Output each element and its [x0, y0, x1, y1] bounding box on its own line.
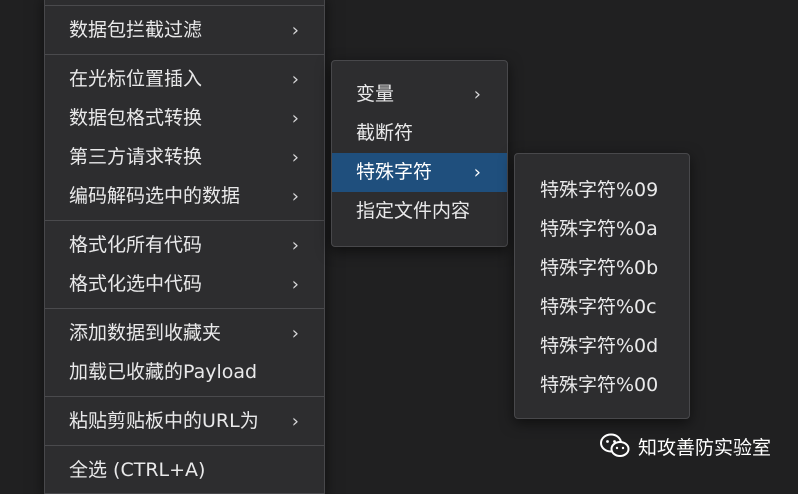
- menu-separator: [45, 396, 324, 397]
- menu-item-label: 特殊字符%00: [540, 374, 659, 396]
- menu-item-label: 特殊字符%09: [540, 179, 659, 201]
- menu-item-label: 格式化所有代码: [69, 234, 203, 256]
- menu-item-label: 数据包拦截过滤: [69, 19, 203, 41]
- menu-item-label: 特殊字符%0d: [540, 335, 659, 357]
- chevron-right-icon: ›: [291, 235, 299, 256]
- menu-item-label: 全选 (CTRL+A): [69, 459, 206, 481]
- submenu-insert-at-cursor: 变量 › 截断符 特殊字符 › 指定文件内容: [331, 60, 508, 247]
- menu-item-encode-decode-selection[interactable]: 编码解码选中的数据 ›: [45, 177, 324, 216]
- menu-item-packet-format-convert[interactable]: 数据包格式转换 ›: [45, 99, 324, 138]
- submenu-item-variable[interactable]: 变量 ›: [332, 75, 507, 114]
- menu-item-label: 特殊字符: [356, 161, 433, 183]
- menu-item-label: 变量: [356, 83, 395, 105]
- menu-item-label: 粘贴剪贴板中的URL为: [69, 410, 259, 432]
- submenu-item-truncation-char[interactable]: 截断符: [332, 114, 507, 153]
- menu-item-add-to-favorites[interactable]: 添加数据到收藏夹 ›: [45, 314, 324, 353]
- menu-item-insert-at-cursor[interactable]: 在光标位置插入 ›: [45, 60, 324, 99]
- context-menu: 数据包拦截过滤 › 在光标位置插入 › 数据包格式转换 › 第三方请求转换 › …: [44, 0, 325, 494]
- menu-item-label: 在光标位置插入: [69, 68, 203, 90]
- menu-item-label: 截断符: [356, 122, 414, 144]
- watermark: 知攻善防实验室: [600, 429, 771, 463]
- special-char-09[interactable]: 特殊字符%09: [515, 171, 689, 210]
- menu-item-format-all-code[interactable]: 格式化所有代码 ›: [45, 226, 324, 265]
- menu-item-label: 特殊字符%0b: [540, 257, 659, 279]
- menu-item-third-party-request-convert[interactable]: 第三方请求转换 ›: [45, 138, 324, 177]
- menu-item-label: 加载已收藏的Payload: [69, 361, 258, 383]
- menu-item-label: 数据包格式转换: [69, 107, 203, 129]
- menu-item-packet-intercept-filter[interactable]: 数据包拦截过滤 ›: [45, 11, 324, 50]
- chevron-right-icon: ›: [291, 186, 299, 207]
- menu-item-label: 第三方请求转换: [69, 146, 203, 168]
- menu-item-select-all[interactable]: 全选 (CTRL+A): [45, 451, 324, 490]
- menu-separator: [45, 54, 324, 55]
- menu-item-label: 特殊字符%0c: [540, 296, 657, 318]
- menu-item-label: 指定文件内容: [356, 200, 471, 222]
- submenu-item-file-content[interactable]: 指定文件内容: [332, 192, 507, 231]
- chevron-right-icon: ›: [291, 20, 299, 41]
- menu-item-label: 添加数据到收藏夹: [69, 322, 222, 344]
- menu-item-load-favorite-payload[interactable]: 加载已收藏的Payload: [45, 353, 324, 392]
- chevron-right-icon: ›: [291, 147, 299, 168]
- special-char-0b[interactable]: 特殊字符%0b: [515, 249, 689, 288]
- wechat-icon: [600, 433, 630, 457]
- chevron-right-icon: ›: [291, 108, 299, 129]
- menu-item-label: 格式化选中代码: [69, 273, 203, 295]
- chevron-right-icon: ›: [291, 69, 299, 90]
- special-char-0a[interactable]: 特殊字符%0a: [515, 210, 689, 249]
- menu-separator: [45, 308, 324, 309]
- chevron-right-icon: ›: [473, 162, 481, 183]
- menu-item-label: 特殊字符%0a: [540, 218, 658, 240]
- watermark-text: 知攻善防实验室: [638, 436, 772, 459]
- submenu-special-chars: 特殊字符%09 特殊字符%0a 特殊字符%0b 特殊字符%0c 特殊字符%0d …: [514, 153, 690, 419]
- menu-separator: [45, 220, 324, 221]
- menu-item-paste-clipboard-url[interactable]: 粘贴剪贴板中的URL为 ›: [45, 402, 324, 441]
- chevron-right-icon: ›: [291, 274, 299, 295]
- menu-item-format-selected-code[interactable]: 格式化选中代码 ›: [45, 265, 324, 304]
- special-char-0d[interactable]: 特殊字符%0d: [515, 327, 689, 366]
- chevron-right-icon: ›: [291, 323, 299, 344]
- menu-item-label: 编码解码选中的数据: [69, 185, 241, 207]
- special-char-00[interactable]: 特殊字符%00: [515, 366, 689, 405]
- chevron-right-icon: ›: [291, 411, 299, 432]
- menu-separator: [45, 5, 324, 6]
- menu-separator: [45, 445, 324, 446]
- special-char-0c[interactable]: 特殊字符%0c: [515, 288, 689, 327]
- submenu-item-special-chars[interactable]: 特殊字符 ›: [332, 153, 507, 192]
- chevron-right-icon: ›: [473, 84, 481, 105]
